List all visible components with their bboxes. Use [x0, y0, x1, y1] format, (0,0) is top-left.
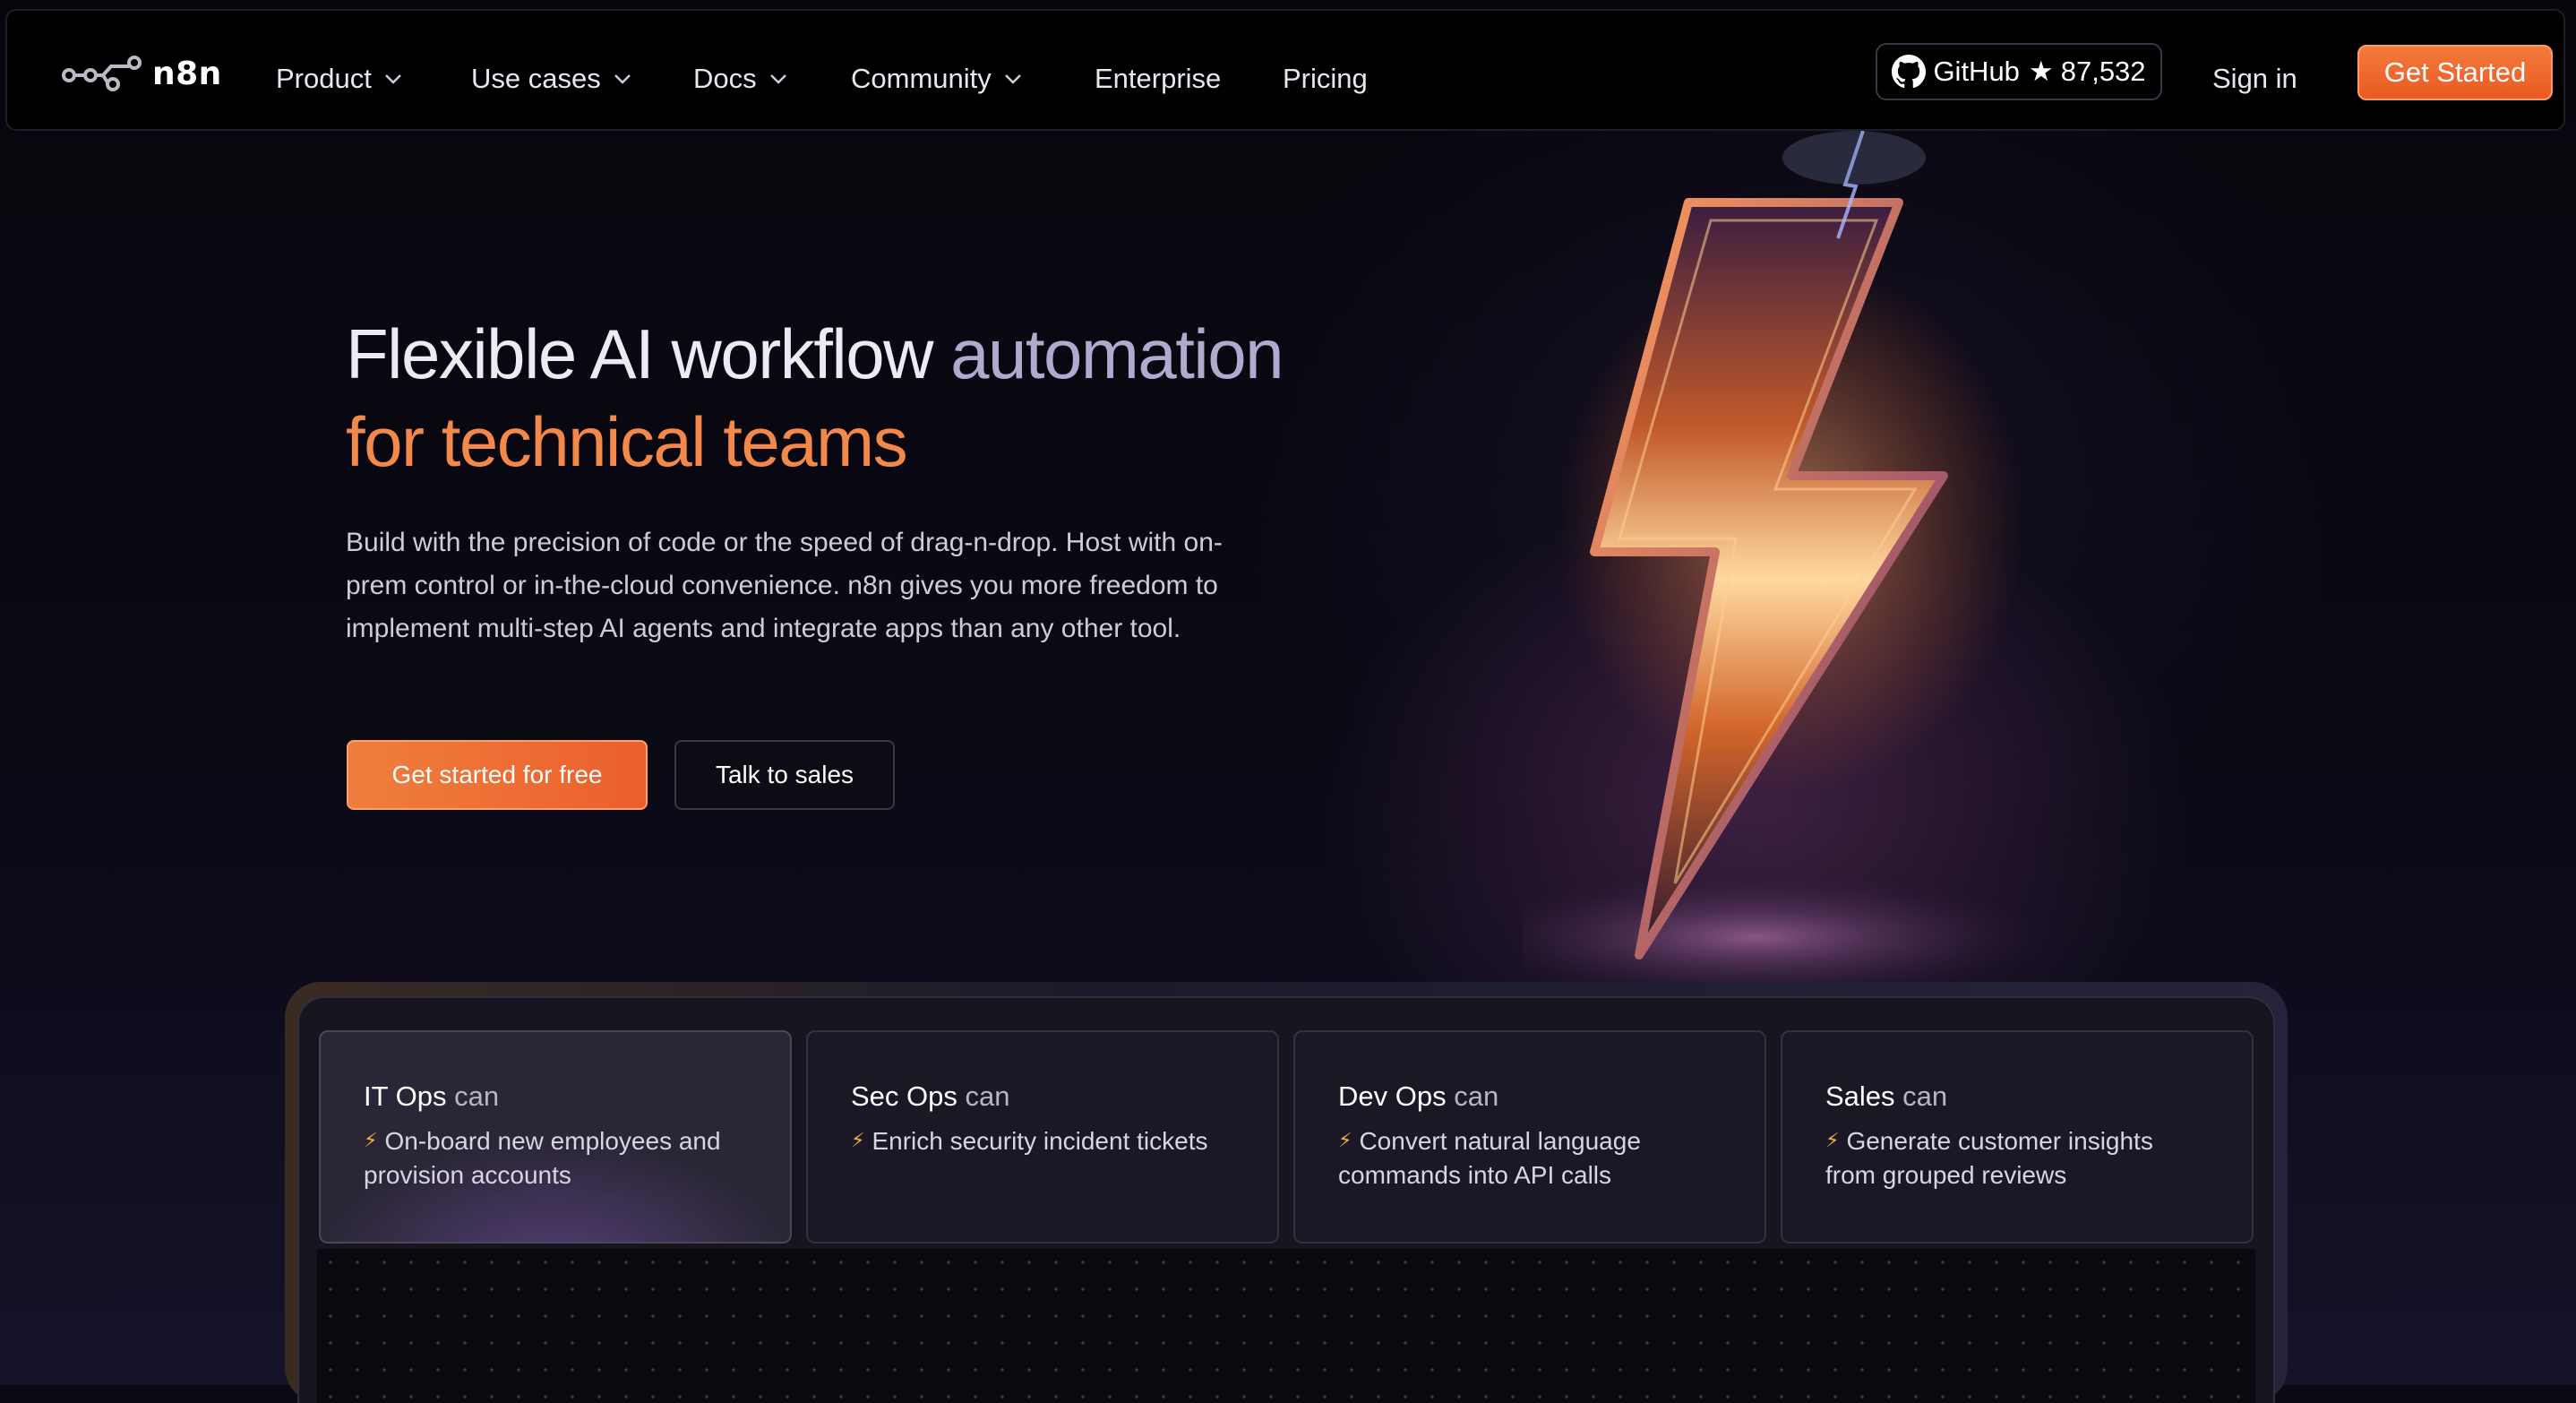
- nav-item-label: Use cases: [471, 63, 601, 94]
- nav-item-label: Enterprise: [1095, 63, 1222, 94]
- card-role: Sec Ops: [851, 1080, 957, 1112]
- card-role: IT Ops: [364, 1080, 447, 1112]
- lightning-bolt-illustration: [1460, 130, 2078, 1000]
- nav-item-label: Docs: [693, 63, 757, 94]
- card-role: Dev Ops: [1338, 1080, 1447, 1112]
- use-case-panel: IT Ops can ⚡ On-board new employees and p…: [285, 982, 2288, 1403]
- github-stars-button[interactable]: GitHub ★ 87,532: [1876, 43, 2162, 100]
- card-description: Generate customer insights from grouped …: [1825, 1127, 2153, 1189]
- lightning-icon: ⚡: [364, 1129, 378, 1151]
- hero-title-line2: for technical teams: [346, 402, 908, 481]
- card-title: Dev Ops can: [1338, 1079, 1722, 1115]
- nav-item-community[interactable]: Community: [851, 63, 1022, 95]
- nav-item-use-cases[interactable]: Use cases: [471, 63, 631, 95]
- nav-item-product[interactable]: Product: [276, 63, 402, 95]
- hero-title-part1: Flexible AI workflow: [346, 314, 951, 393]
- card-title: IT Ops can: [364, 1079, 747, 1115]
- chevron-down-icon: [614, 74, 631, 84]
- sign-in-link[interactable]: Sign in: [2212, 63, 2297, 95]
- card-can: can: [1902, 1080, 1948, 1112]
- card-description: Enrich security incident tickets: [872, 1127, 1208, 1155]
- logo-text: n8n: [152, 55, 222, 92]
- card-title: Sales can: [1825, 1079, 2209, 1115]
- card-text: ⚡ Enrich security incident tickets: [851, 1125, 1234, 1159]
- hero-title: Flexible AI workflow automation for tech…: [346, 310, 1284, 486]
- use-case-card-sales[interactable]: Sales can ⚡ Generate customer insights fr…: [1781, 1030, 2254, 1244]
- nav-item-pricing[interactable]: Pricing: [1283, 63, 1368, 95]
- use-case-card-sec-ops[interactable]: Sec Ops can ⚡ Enrich security incident ti…: [806, 1030, 1279, 1244]
- nav-item-label: Community: [851, 63, 992, 94]
- card-can: can: [454, 1080, 500, 1112]
- star-icon: ★: [2028, 56, 2054, 87]
- github-star-count: 87,532: [2060, 56, 2146, 87]
- lightning-icon: ⚡: [851, 1129, 865, 1151]
- card-can: can: [965, 1080, 1010, 1112]
- nav-item-enterprise[interactable]: Enterprise: [1095, 63, 1221, 95]
- use-case-panel-inner: IT Ops can ⚡ On-board new employees and p…: [297, 996, 2275, 1403]
- lightning-icon: ⚡: [1338, 1129, 1352, 1151]
- card-description: Convert natural language commands into A…: [1338, 1127, 1641, 1189]
- github-label: GitHub: [1933, 56, 2020, 87]
- chevron-down-icon: [384, 74, 401, 84]
- card-title: Sec Ops can: [851, 1079, 1234, 1115]
- github-icon: [1892, 55, 1927, 89]
- card-text: ⚡ On-board new employees and provision ac…: [364, 1125, 747, 1192]
- get-started-free-button[interactable]: Get started for free: [347, 740, 648, 810]
- chevron-down-icon: [769, 74, 786, 84]
- n8n-logo-icon: [62, 56, 142, 91]
- n8n-logo[interactable]: n8n: [61, 54, 222, 93]
- nav-item-docs[interactable]: Docs: [693, 63, 787, 95]
- card-description: On-board new employees and provision acc…: [364, 1127, 721, 1189]
- use-case-card-dev-ops[interactable]: Dev Ops can ⚡ Convert natural language co…: [1293, 1030, 1766, 1244]
- get-started-button[interactable]: Get Started: [2357, 45, 2553, 100]
- talk-to-sales-button[interactable]: Talk to sales: [674, 740, 895, 810]
- card-text: ⚡ Convert natural language commands into …: [1338, 1125, 1722, 1192]
- workflow-canvas-preview: [317, 1249, 2255, 1403]
- card-text: ⚡ Generate customer insights from grouped…: [1825, 1125, 2209, 1192]
- card-role: Sales: [1825, 1080, 1895, 1112]
- card-can: can: [1454, 1080, 1499, 1112]
- hero-description: Build with the precision of code or the …: [346, 528, 1223, 643]
- lightning-icon: ⚡: [1825, 1129, 1840, 1151]
- use-case-card-it-ops[interactable]: IT Ops can ⚡ On-board new employees and p…: [319, 1030, 792, 1244]
- hero-title-part2: automation: [950, 314, 1284, 393]
- nav-item-label: Product: [276, 63, 372, 94]
- top-navbar: n8n Product Use cases Docs Community Ent…: [5, 9, 2565, 131]
- nav-item-label: Pricing: [1283, 63, 1368, 94]
- chevron-down-icon: [1004, 74, 1021, 84]
